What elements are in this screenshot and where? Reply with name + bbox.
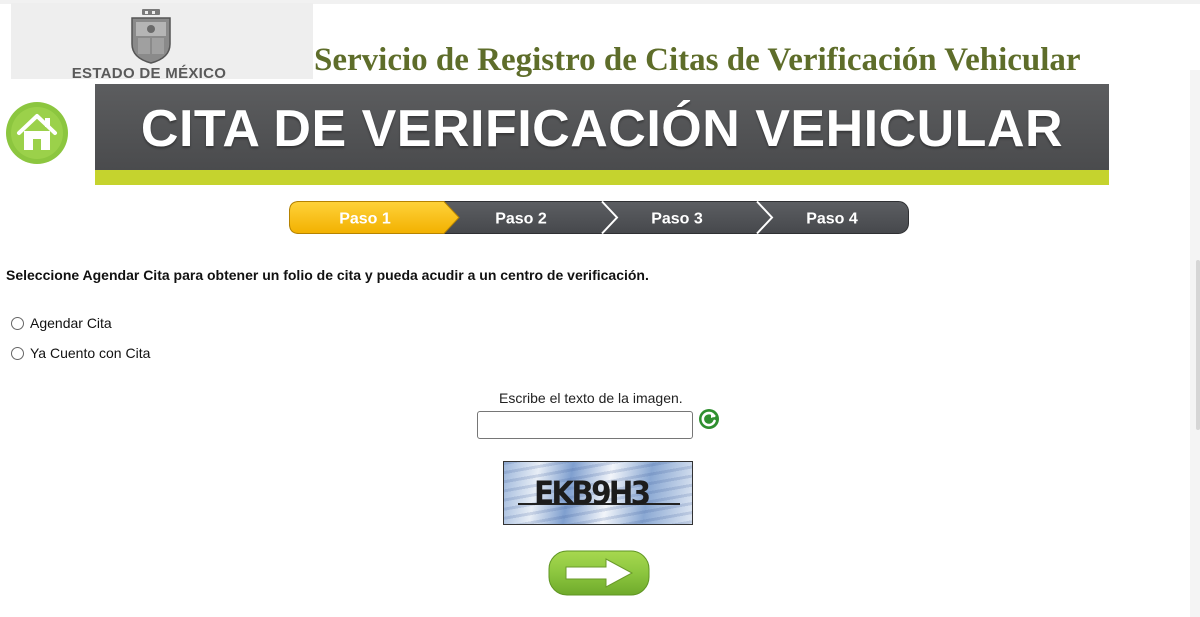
step-1-label: Paso 1 — [339, 211, 391, 228]
page-title: Servicio de Registro de Citas de Verific… — [314, 42, 1081, 78]
state-logo: ESTADO DE MÉXICO — [11, 3, 313, 82]
logo-text: ESTADO DE MÉXICO — [71, 65, 227, 82]
captcha-image-text: EKB9H3 — [534, 474, 651, 512]
scrollbar-thumb[interactable] — [1196, 260, 1200, 430]
captcha-prompt: Escribe el texto de la imagen. — [499, 390, 683, 406]
coat-of-arms-icon — [131, 9, 171, 64]
radio-button[interactable] — [11, 346, 24, 360]
step-2-label: Paso 2 — [495, 211, 547, 228]
banner-title: CITA DE VERIFICACIÓN VEHICULAR — [140, 100, 1064, 158]
home-button[interactable] — [5, 101, 69, 165]
radio-ya-cuento-con-cita[interactable]: Ya Cuento con Cita — [11, 345, 150, 361]
step-4-label: Paso 4 — [806, 211, 858, 228]
step-progress: Paso 1 Paso 2 Paso 3 Paso 4 — [289, 201, 909, 234]
step-3-label: Paso 3 — [651, 211, 703, 228]
radio-button[interactable] — [11, 316, 24, 330]
radio-agendar-cita[interactable]: Agendar Cita — [11, 315, 112, 331]
hero-banner: CITA DE VERIFICACIÓN VEHICULAR — [95, 84, 1109, 170]
captcha-input[interactable] — [477, 411, 693, 439]
instruction-text: Seleccione Agendar Cita para obtener un … — [6, 267, 649, 283]
banner-accent-bar — [95, 170, 1109, 185]
radio-label: Agendar Cita — [30, 315, 112, 331]
step-1[interactable]: Paso 1 — [289, 201, 460, 234]
refresh-icon[interactable] — [698, 408, 720, 430]
step-4[interactable]: Paso 4 — [806, 211, 858, 228]
captcha-image: EKB9H3 — [503, 461, 693, 525]
radio-label: Ya Cuento con Cita — [30, 345, 151, 361]
next-button[interactable] — [548, 550, 650, 596]
